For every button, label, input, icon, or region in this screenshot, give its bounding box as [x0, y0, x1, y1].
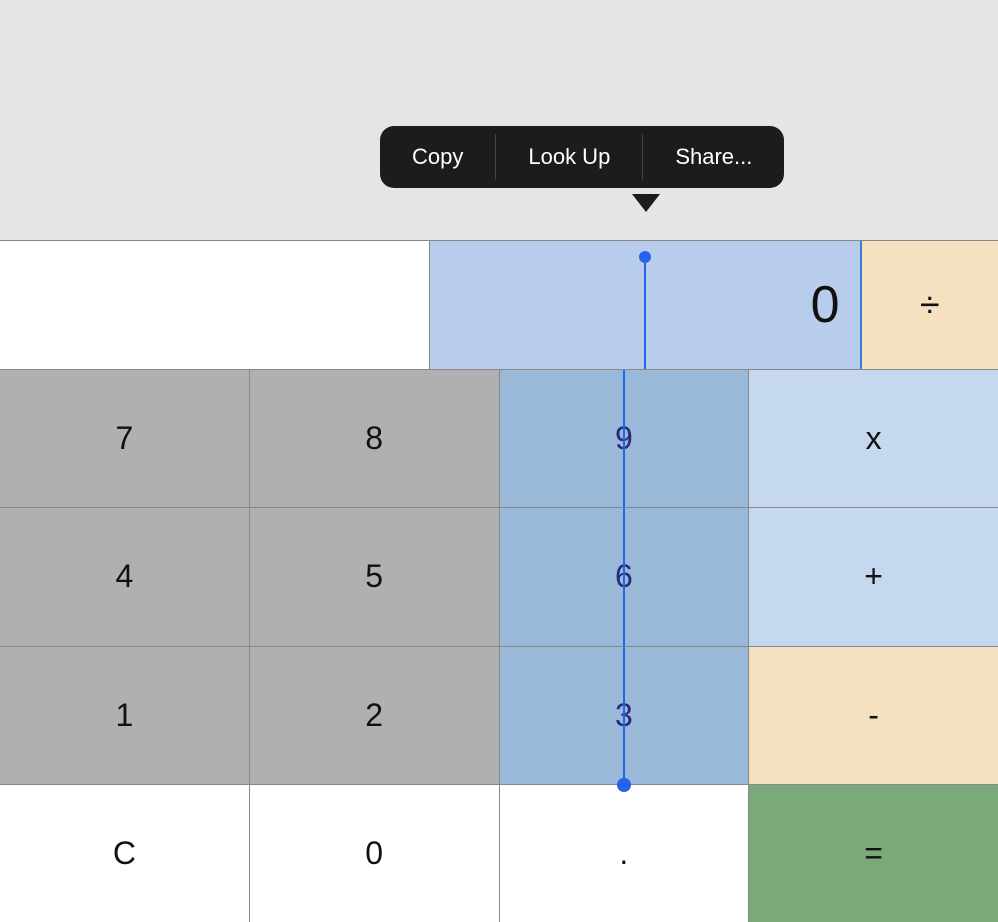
btn-3[interactable]: 3: [500, 647, 750, 784]
btn-8[interactable]: 8: [250, 370, 500, 507]
btn-multiply[interactable]: x: [749, 370, 998, 507]
context-menu-share[interactable]: Share...: [643, 126, 784, 188]
btn-equals[interactable]: =: [749, 785, 998, 922]
context-menu-copy[interactable]: Copy: [380, 126, 495, 188]
cursor-dot-bottom: [617, 778, 631, 792]
button-row-1: 7 8 9 x: [0, 370, 998, 508]
btn-6[interactable]: 6: [500, 508, 750, 645]
cursor-line-display: [644, 263, 646, 369]
context-menu-arrow: [632, 194, 660, 212]
context-menu-lookup[interactable]: Look Up: [496, 126, 642, 188]
display-value: 0: [811, 275, 840, 335]
btn-2[interactable]: 2: [250, 647, 500, 784]
cursor-line-9: [623, 370, 625, 507]
calculator: 0 ÷ 7 8 9 x 4 5 6: [0, 240, 998, 922]
btn-9[interactable]: 9: [500, 370, 750, 507]
button-row-2: 4 5 6 +: [0, 508, 998, 646]
context-menu: Copy Look Up Share...: [380, 126, 784, 188]
display-main: [0, 241, 430, 369]
btn-decimal[interactable]: .: [500, 785, 750, 922]
top-area: [0, 0, 998, 240]
btn-7[interactable]: 7: [0, 370, 250, 507]
button-row-4: C 0 . =: [0, 785, 998, 922]
display-row: 0 ÷: [0, 240, 998, 370]
div-label: ÷: [920, 284, 940, 326]
button-row-3: 1 2 3 -: [0, 647, 998, 785]
display-div-button[interactable]: ÷: [862, 241, 998, 369]
btn-plus[interactable]: +: [749, 508, 998, 645]
btn-5[interactable]: 5: [250, 508, 500, 645]
btn-1[interactable]: 1: [0, 647, 250, 784]
btn-minus[interactable]: -: [749, 647, 998, 784]
btn-4[interactable]: 4: [0, 508, 250, 645]
cursor-line-6: [623, 508, 625, 645]
display-selected: 0: [430, 241, 861, 369]
cursor-line-3: [623, 647, 625, 792]
btn-0[interactable]: 0: [250, 785, 500, 922]
btn-clear[interactable]: C: [0, 785, 250, 922]
cursor-dot-top: [639, 251, 651, 263]
